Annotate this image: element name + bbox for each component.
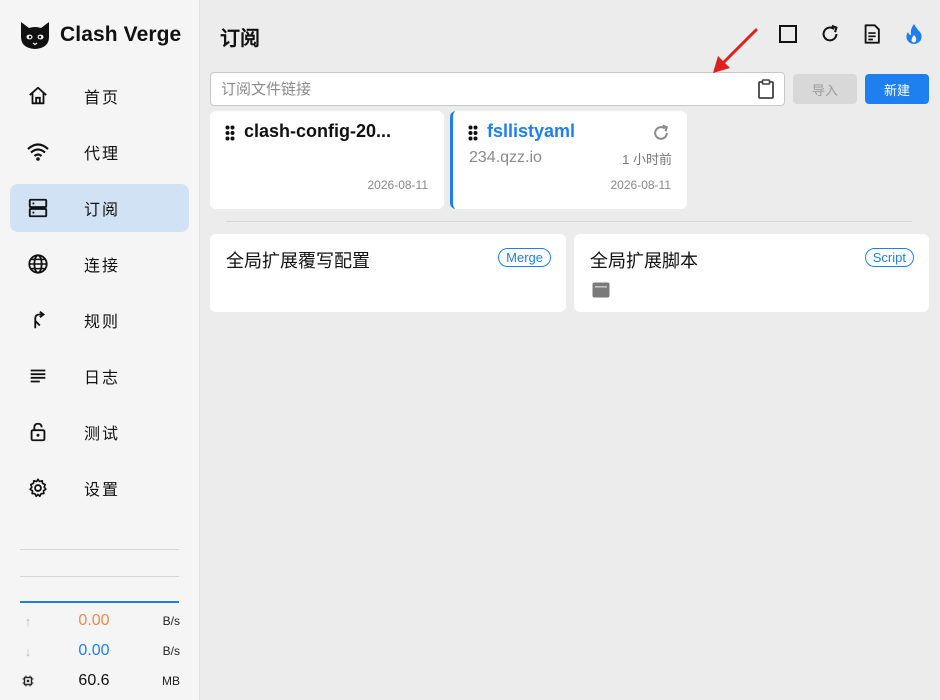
nav-item-settings[interactable]: 设置 bbox=[10, 464, 189, 512]
sidebar-nav: 首页 代理 订阅 连接 规则 日志 测试 设置 bbox=[10, 72, 189, 520]
profile-card[interactable]: clash-config-20... 2026-08-11 bbox=[210, 111, 444, 209]
nav-item-home[interactable]: 首页 bbox=[10, 72, 189, 120]
refresh-icon[interactable] bbox=[651, 123, 671, 143]
upload-unit: B/s bbox=[162, 614, 180, 628]
main-content: 订阅 导入 新建 clash-config-20... 2026-08-11 bbox=[200, 0, 940, 700]
lock-icon bbox=[24, 418, 52, 446]
import-button[interactable]: 导入 bbox=[793, 74, 857, 104]
upload-row: ↑ 0.00 B/s bbox=[20, 610, 180, 632]
type-badge: Merge bbox=[498, 248, 551, 267]
profile-updated-ago: 1 小时前 bbox=[622, 152, 672, 167]
nav-label: 连接 bbox=[84, 258, 121, 275]
wifi-icon bbox=[24, 138, 52, 166]
brand-name: Clash Verge bbox=[60, 23, 182, 46]
paste-button[interactable] bbox=[748, 73, 784, 105]
fork-icon bbox=[24, 306, 52, 334]
nav-item-test[interactable]: 测试 bbox=[10, 408, 189, 456]
text-view-button[interactable] bbox=[860, 20, 884, 48]
profile-card-selected[interactable]: fsllistyaml 234.qzz.io 1 小时前 2026-08-11 bbox=[450, 111, 687, 209]
arrow-down-icon: ↓ bbox=[24, 643, 32, 659]
enhancement-card-script[interactable]: 全局扩展脚本 Script bbox=[574, 234, 929, 312]
download-unit: B/s bbox=[162, 644, 180, 658]
sidebar: Clash Verge 首页 代理 订阅 连接 规则 日志 测试 设置 ↑ 0.… bbox=[0, 0, 200, 700]
cat-logo-icon bbox=[21, 22, 49, 49]
subscription-url-input[interactable] bbox=[211, 80, 748, 98]
activate-button[interactable] bbox=[902, 20, 926, 48]
profile-date: 2026-08-11 bbox=[610, 178, 672, 192]
gear-icon bbox=[24, 474, 52, 502]
nav-item-rules[interactable]: 规则 bbox=[10, 296, 189, 344]
drag-handle-icon[interactable] bbox=[468, 125, 478, 141]
memory-unit: MB bbox=[162, 674, 180, 688]
document-icon bbox=[864, 24, 880, 44]
fullscreen-button[interactable] bbox=[776, 20, 800, 48]
nav-item-subscription[interactable]: 订阅 bbox=[10, 184, 189, 232]
square-icon bbox=[779, 25, 797, 43]
profile-date: 2026-08-11 bbox=[367, 178, 429, 192]
new-profile-button[interactable]: 新建 bbox=[865, 74, 929, 104]
flame-icon bbox=[906, 24, 922, 44]
type-badge: Script bbox=[864, 248, 914, 267]
upload-value: 0.00 bbox=[78, 612, 110, 629]
nav-label: 代理 bbox=[84, 146, 121, 163]
page-toolbar bbox=[776, 20, 926, 48]
enhancement-title: 全局扩展覆写配置 bbox=[226, 251, 370, 271]
drag-handle-icon[interactable] bbox=[225, 125, 235, 141]
globe-icon bbox=[24, 250, 52, 278]
section-divider bbox=[226, 221, 912, 222]
refresh-icon bbox=[822, 24, 838, 42]
nav-label: 设置 bbox=[84, 482, 121, 499]
brand: Clash Verge bbox=[18, 18, 181, 52]
profile-name: fsllistyaml bbox=[487, 121, 576, 141]
nav-label: 日志 bbox=[84, 370, 121, 387]
subscription-url-field bbox=[210, 72, 785, 106]
profile-name: clash-config-20... bbox=[244, 121, 392, 141]
traffic-graph-line bbox=[20, 601, 179, 603]
sidebar-divider bbox=[20, 549, 179, 550]
nav-item-proxy[interactable]: 代理 bbox=[10, 128, 189, 176]
nav-item-logs[interactable]: 日志 bbox=[10, 352, 189, 400]
lines-icon bbox=[24, 362, 52, 390]
memory-chip-icon bbox=[20, 675, 36, 687]
arrow-up-icon: ↑ bbox=[24, 613, 32, 629]
script-file-icon bbox=[592, 282, 610, 298]
nav-label: 订阅 bbox=[84, 202, 121, 219]
nav-label: 测试 bbox=[84, 426, 121, 443]
enhancement-title: 全局扩展脚本 bbox=[590, 251, 698, 271]
nav-label: 首页 bbox=[84, 90, 121, 107]
dns-icon bbox=[24, 194, 52, 222]
enhancement-card-merge[interactable]: 全局扩展覆写配置 Merge bbox=[210, 234, 566, 312]
clipboard-icon bbox=[758, 79, 774, 99]
nav-label: 规则 bbox=[84, 314, 121, 331]
annotation-arrow-icon bbox=[713, 28, 758, 73]
nav-item-connections[interactable]: 连接 bbox=[10, 240, 189, 288]
profile-host: 234.qzz.io bbox=[469, 149, 542, 166]
download-value: 0.00 bbox=[78, 642, 110, 659]
home-icon bbox=[24, 82, 52, 110]
memory-value: 60.6 bbox=[78, 672, 110, 689]
page-title: 订阅 bbox=[220, 28, 260, 50]
download-row: ↓ 0.00 B/s bbox=[20, 640, 180, 662]
refresh-all-button[interactable] bbox=[818, 20, 842, 48]
memory-row: 60.6 MB bbox=[20, 670, 180, 692]
sidebar-divider bbox=[20, 576, 179, 577]
